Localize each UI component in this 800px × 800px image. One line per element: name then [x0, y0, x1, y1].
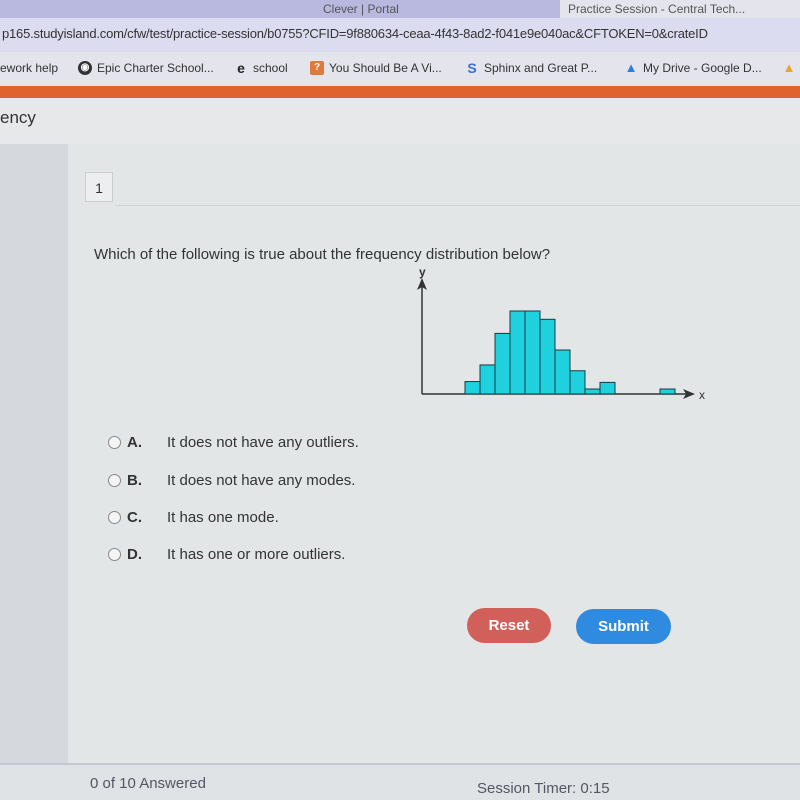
histogram-bar — [539, 318, 556, 395]
sidebar — [0, 144, 68, 764]
bookmark-label: You Should Be A Vi... — [329, 61, 442, 75]
option-text: It has one mode. — [167, 509, 279, 526]
option-c[interactable]: C. It has one mode. — [108, 509, 279, 526]
google-drive-icon: ▲ — [782, 60, 796, 75]
address-bar[interactable]: p165.studyisland.com/cfw/test/practice-s… — [0, 18, 800, 52]
question-number: 1 — [85, 172, 113, 202]
bookmark-label: Epic Charter School... — [97, 61, 214, 75]
bookmarks-bar: ework help ◉ Epic Charter School... e scho… — [0, 52, 800, 86]
bookmark[interactable]: ▲ — [782, 61, 796, 75]
histogram-bar — [479, 364, 496, 395]
dollar-s-icon: S — [467, 60, 477, 76]
histogram-bar — [494, 332, 511, 395]
bookmark[interactable]: e school — [234, 61, 288, 75]
divider — [115, 205, 800, 206]
option-letter: A. — [127, 434, 142, 451]
bookmark[interactable]: ework help — [0, 61, 58, 75]
question-panel — [68, 144, 800, 764]
radio-button[interactable] — [108, 548, 121, 561]
bookmark-label: ework help — [0, 61, 59, 75]
option-a[interactable]: A. It does not have any outliers. — [108, 434, 359, 451]
histogram-bar — [524, 310, 541, 395]
browser-tab-strip: Clever | Portal Practice Session - Centr… — [0, 0, 800, 18]
bookmark-label: Sphinx and Great P... — [484, 61, 598, 75]
option-text: It has one or more outliers. — [167, 546, 346, 563]
option-letter: C. — [127, 509, 142, 526]
bookmark-label: school — [253, 61, 288, 75]
bookmark[interactable]: S Sphinx and Great P... — [465, 61, 597, 75]
option-text: It does not have any outliers. — [167, 434, 359, 451]
option-text: It does not have any modes. — [167, 472, 356, 489]
site-header-bar — [0, 86, 800, 98]
histogram-bar — [659, 388, 676, 395]
globe-icon: ◉ — [78, 61, 92, 75]
bookmark-label: My Drive - Google D... — [643, 61, 762, 75]
bookmark[interactable]: ◉ Epic Charter School... — [78, 61, 214, 75]
url-text[interactable]: p165.studyisland.com/cfw/test/practice-s… — [2, 26, 798, 42]
option-d[interactable]: D. It has one or more outliers. — [108, 546, 345, 563]
page-header: ency — [0, 98, 800, 144]
e-icon: e — [237, 60, 245, 76]
y-axis-label: y — [419, 265, 426, 279]
google-drive-icon: ▲ — [624, 60, 638, 75]
question-text: Which of the following is true about the… — [94, 246, 551, 263]
x-axis-label: x — [699, 388, 705, 402]
histogram-bar — [464, 381, 481, 395]
bookmark[interactable]: ? You Should Be A Vi... — [310, 61, 442, 75]
histogram-bar — [554, 349, 571, 395]
question-icon: ? — [310, 61, 324, 75]
browser-tab[interactable] — [140, 0, 310, 18]
bookmark[interactable]: ▲ My Drive - Google D... — [624, 60, 762, 76]
footer: 0 of 10 Answered Session Timer: 0:15 — [0, 763, 800, 800]
page-title: ency — [0, 108, 36, 127]
browser-tab[interactable]: Clever | Portal — [315, 0, 555, 18]
option-letter: D. — [127, 546, 142, 563]
browser-tab-active[interactable]: Practice Session - Central Tech... — [560, 0, 800, 18]
session-timer: Session Timer: 0:15 — [477, 780, 610, 797]
histogram-bar — [569, 370, 586, 395]
histogram-bar — [584, 388, 601, 395]
reset-button[interactable]: Reset — [467, 608, 551, 643]
option-b[interactable]: B. It does not have any modes. — [108, 472, 355, 489]
radio-button[interactable] — [108, 474, 121, 487]
option-letter: B. — [127, 472, 142, 489]
histogram-bar — [599, 381, 616, 395]
histogram-chart: y x — [417, 265, 705, 402]
histogram-bar — [509, 310, 526, 395]
answered-count: 0 of 10 Answered — [90, 775, 206, 792]
submit-button[interactable]: Submit — [576, 609, 671, 644]
radio-button[interactable] — [108, 511, 121, 524]
radio-button[interactable] — [108, 436, 121, 449]
